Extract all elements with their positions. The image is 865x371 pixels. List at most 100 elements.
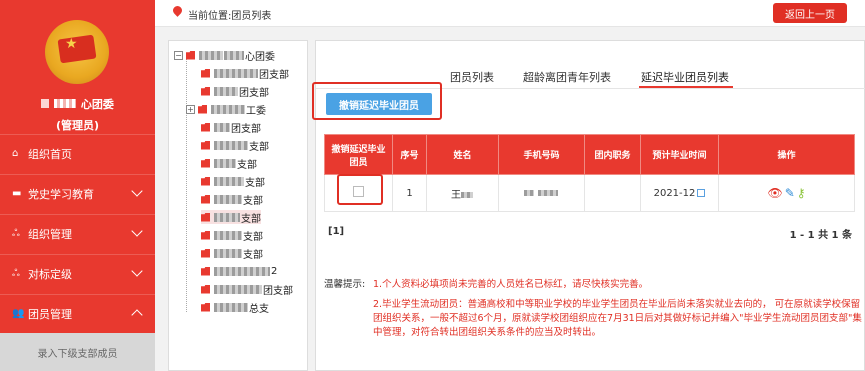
tree-node[interactable]: 团支部 — [201, 66, 289, 81]
tree-node-label: 支部 — [249, 141, 269, 153]
tree-node-label: 工委 — [246, 105, 266, 117]
pagination-pages[interactable]: [1] — [328, 226, 344, 237]
cell-phone — [498, 174, 585, 212]
location-pin-icon — [171, 4, 184, 17]
tree-node[interactable]: 支部 — [201, 138, 269, 153]
nav-item-org-management[interactable]: ஃ 组织管理 — [0, 214, 155, 252]
chevron-down-icon — [131, 185, 143, 197]
folder-icon — [186, 50, 195, 60]
tree-node[interactable]: 2 — [201, 264, 277, 278]
org-name: 心团委 — [0, 96, 155, 112]
redacted-text — [214, 248, 242, 258]
tree-node[interactable]: 团支部 — [201, 120, 261, 135]
cell-position — [584, 174, 641, 212]
col-header-position: 团内职务 — [584, 134, 641, 175]
table-row: 1 王 2021-12 👁 ✎ ⚷ — [324, 174, 855, 212]
folder-icon — [201, 176, 210, 186]
key-icon[interactable]: ⚷ — [797, 186, 806, 200]
league-emblem-logo: ★ — [45, 20, 109, 84]
tree-node[interactable]: 支部 — [201, 228, 263, 243]
folder-icon — [201, 284, 210, 294]
tree-node[interactable]: 支部 — [201, 156, 257, 171]
nav-label: 党史学习教育 — [28, 187, 94, 201]
cancel-delayed-graduation-button[interactable]: 撤销延迟毕业团员 — [326, 93, 432, 115]
cell-actions: 👁 ✎ ⚷ — [718, 174, 855, 212]
folder-icon: ▬ — [12, 188, 22, 199]
member-name: 王 — [451, 189, 461, 201]
tree-node[interactable]: 总支 — [201, 300, 269, 315]
col-header-index: 序号 — [392, 134, 427, 175]
tree-node[interactable]: 团支部 — [201, 84, 269, 99]
tip-2: 2.毕业学生流动团员：普通高校和中等职业学校的毕业学生团员在毕业后尚未落实就业去… — [373, 299, 862, 338]
redacted-text — [211, 104, 245, 114]
tree-node-label: 团支部 — [263, 285, 293, 297]
expand-icon[interactable]: + — [186, 104, 195, 114]
tree-node-label: 总支 — [249, 303, 269, 315]
tree-node[interactable]: 支部 — [201, 174, 265, 189]
tree-node-label: 团支部 — [259, 69, 289, 81]
edit-icon[interactable]: ✎ — [785, 186, 795, 200]
chevron-up-icon — [131, 309, 143, 321]
table-header-row: 撤销延迟毕业 团员 序号 姓名 手机号码 团内职务 预计毕业时间 操作 — [324, 134, 855, 175]
redacted-text — [54, 99, 76, 108]
star-icon: ★ — [65, 36, 78, 52]
redacted-text — [224, 50, 244, 60]
tree-node-selected[interactable]: 支部 — [201, 210, 261, 225]
chevron-down-icon — [131, 225, 143, 237]
redacted-text — [538, 189, 559, 196]
graduation-cap-icon — [201, 140, 210, 150]
view-eye-icon[interactable]: 👁 — [767, 186, 782, 200]
tree-node-label: 心团委 — [245, 51, 275, 63]
nav-item-home[interactable]: ⌂ 组织首页 — [0, 134, 155, 172]
tree-node[interactable]: + 工委 — [186, 102, 266, 117]
tree-node-label: 2 — [271, 265, 278, 277]
redacted-text — [214, 86, 238, 96]
tab-delayed-graduation[interactable]: 延迟毕业团员列表 — [641, 69, 729, 85]
tips-label: 温馨提示: — [324, 279, 366, 290]
redacted-text — [523, 189, 534, 196]
tab-member-list[interactable]: 团员列表 — [450, 69, 494, 85]
grad-time-value: 2021-12 — [653, 187, 696, 199]
sidebar: ★ 心团委 (管理员) ⌂ 组织首页 ▬ 党史学习教育 ஃ 组织管理 ஃ 对标定… — [0, 0, 155, 371]
tab-overage-list[interactable]: 超龄离团青年列表 — [523, 69, 611, 85]
breadcrumb: 当前位置:团员列表 — [188, 11, 272, 22]
folder-icon — [201, 158, 210, 168]
pagination-summary: 1 - 1 共 1 条 — [789, 230, 852, 241]
folder-icon — [201, 194, 210, 204]
folder-icon — [201, 122, 210, 132]
cell-index: 1 — [392, 174, 427, 212]
nav-label: 组织首页 — [28, 147, 72, 161]
col-header-cancel: 撤销延迟毕业 团员 — [324, 134, 393, 175]
sub-item-add-members[interactable]: 录入下级支部成员 — [0, 333, 155, 371]
graduation-cap-icon — [201, 212, 210, 222]
redacted-text — [214, 212, 240, 222]
nav-item-party-history[interactable]: ▬ 党史学习教育 — [0, 174, 155, 212]
tree-node[interactable]: 支部 — [201, 192, 263, 207]
cell-name: 王 — [426, 174, 499, 212]
org-tree-icon: ஃ — [12, 267, 20, 279]
calendar-icon[interactable] — [697, 188, 706, 197]
nav-item-grading[interactable]: ஃ 对标定级 — [0, 254, 155, 292]
nav-item-member-management[interactable]: 👥 团员管理 — [0, 294, 155, 332]
tree-connector-line — [186, 56, 187, 312]
member-table: 撤销延迟毕业 团员 序号 姓名 手机号码 团内职务 预计毕业时间 操作 1 王 — [324, 134, 855, 212]
redacted-text — [461, 191, 473, 198]
collapse-icon[interactable]: − — [174, 50, 183, 60]
col-header-grad-time: 预计毕业时间 — [640, 134, 719, 175]
graduation-cap-icon — [201, 86, 210, 96]
tree-node-root[interactable]: − 心团委 — [174, 48, 275, 63]
org-tree-icon: ஃ — [12, 227, 20, 239]
cell-grad-time: 2021-12 — [640, 174, 719, 212]
redacted-text — [214, 122, 230, 132]
nav-label: 对标定级 — [28, 267, 72, 281]
tree-node[interactable]: 团支部 — [201, 282, 293, 297]
redacted-text — [214, 194, 242, 204]
redacted-text — [214, 284, 262, 294]
folder-icon — [201, 248, 210, 258]
back-button[interactable]: 返回上一页 — [773, 3, 847, 23]
header-line: 团员 — [349, 157, 368, 168]
topbar: 当前位置:团员列表 返回上一页 — [155, 0, 865, 27]
folder-icon — [201, 302, 210, 312]
tree-node[interactable]: 支部 — [201, 246, 263, 261]
redacted-text — [214, 68, 258, 78]
